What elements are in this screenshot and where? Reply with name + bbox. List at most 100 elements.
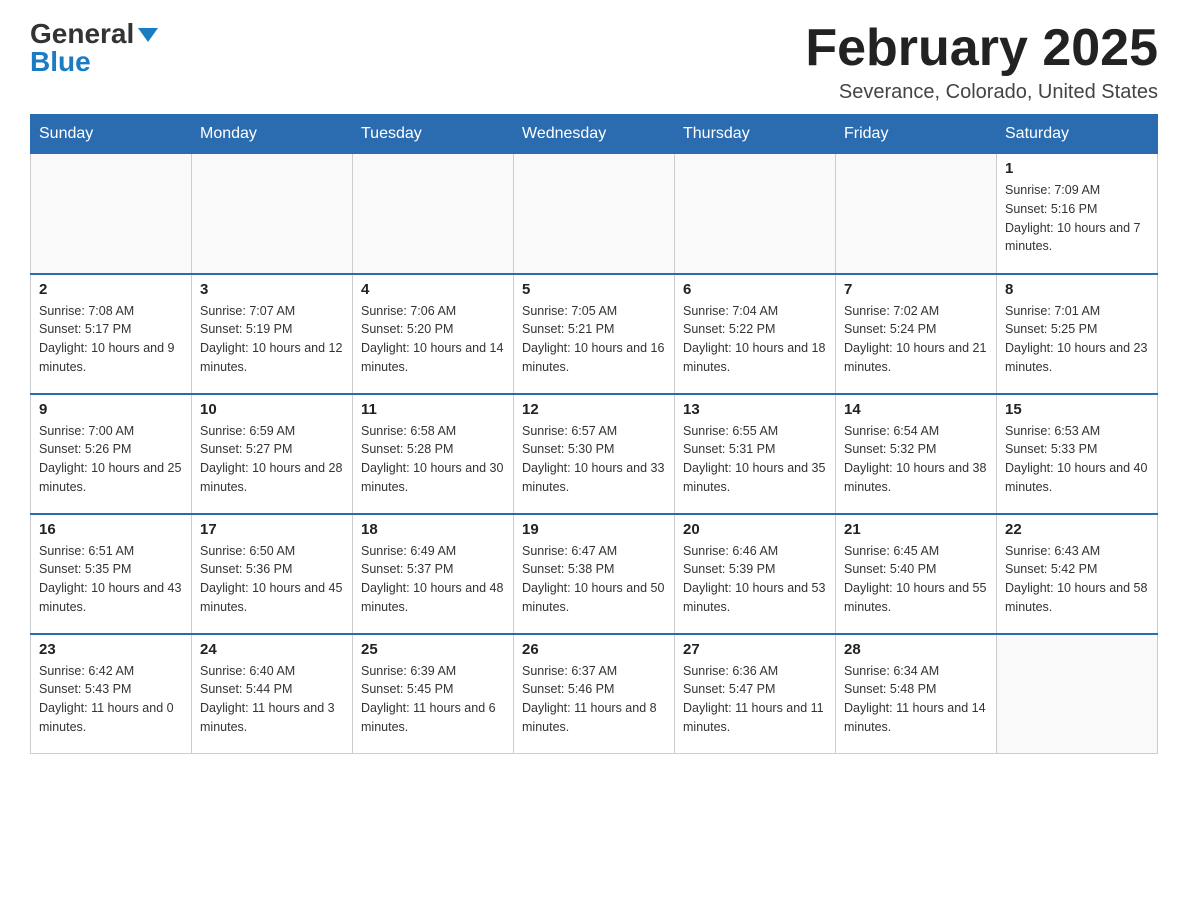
day-info: Sunrise: 7:01 AMSunset: 5:25 PMDaylight:… — [1005, 302, 1149, 377]
table-row — [353, 154, 514, 274]
day-number: 5 — [522, 281, 666, 298]
table-row: 23 Sunrise: 6:42 AMSunset: 5:43 PMDayligh… — [31, 634, 192, 754]
day-info: Sunrise: 6:43 AMSunset: 5:42 PMDaylight:… — [1005, 542, 1149, 617]
table-row: 20 Sunrise: 6:46 AMSunset: 5:39 PMDayligh… — [675, 514, 836, 634]
page-header: General Blue February 2025 Severance, Co… — [30, 20, 1158, 104]
day-number: 26 — [522, 641, 666, 658]
day-info: Sunrise: 7:04 AMSunset: 5:22 PMDaylight:… — [683, 302, 827, 377]
col-saturday: Saturday — [997, 115, 1158, 154]
table-row: 5 Sunrise: 7:05 AMSunset: 5:21 PMDaylight… — [514, 274, 675, 394]
day-info: Sunrise: 6:55 AMSunset: 5:31 PMDaylight:… — [683, 422, 827, 497]
day-number: 27 — [683, 641, 827, 658]
day-info: Sunrise: 6:45 AMSunset: 5:40 PMDaylight:… — [844, 542, 988, 617]
logo-general-text: General — [30, 18, 134, 49]
table-row: 25 Sunrise: 6:39 AMSunset: 5:45 PMDayligh… — [353, 634, 514, 754]
day-info: Sunrise: 6:37 AMSunset: 5:46 PMDaylight:… — [522, 662, 666, 737]
table-row: 6 Sunrise: 7:04 AMSunset: 5:22 PMDaylight… — [675, 274, 836, 394]
day-number: 10 — [200, 401, 344, 418]
table-row — [31, 154, 192, 274]
table-row: 11Sunrise: 6:58 AMSunset: 5:28 PMDayligh… — [353, 394, 514, 514]
day-info: Sunrise: 6:40 AMSunset: 5:44 PMDaylight:… — [200, 662, 344, 737]
table-row: 1 Sunrise: 7:09 AMSunset: 5:16 PMDaylight… — [997, 154, 1158, 274]
day-number: 11 — [361, 401, 505, 418]
day-number: 15 — [1005, 401, 1149, 418]
table-row: 17Sunrise: 6:50 AMSunset: 5:36 PMDayligh… — [192, 514, 353, 634]
table-row: 16 Sunrise: 6:51 AMSunset: 5:35 PMDayligh… — [31, 514, 192, 634]
day-number: 25 — [361, 641, 505, 658]
col-friday: Friday — [836, 115, 997, 154]
day-info: Sunrise: 6:42 AMSunset: 5:43 PMDaylight:… — [39, 662, 183, 737]
table-row: 3 Sunrise: 7:07 AMSunset: 5:19 PMDaylight… — [192, 274, 353, 394]
day-number: 1 — [1005, 160, 1149, 177]
table-row: 15 Sunrise: 6:53 AMSunset: 5:33 PMDayligh… — [997, 394, 1158, 514]
table-row: 12Sunrise: 6:57 AMSunset: 5:30 PMDayligh… — [514, 394, 675, 514]
day-number: 18 — [361, 521, 505, 538]
calendar-row: 2 Sunrise: 7:08 AMSunset: 5:17 PMDaylight… — [31, 274, 1158, 394]
calendar-row: 1 Sunrise: 7:09 AMSunset: 5:16 PMDaylight… — [31, 154, 1158, 274]
day-number: 9 — [39, 401, 183, 418]
table-row: 28 Sunrise: 6:34 AMSunset: 5:48 PMDayligh… — [836, 634, 997, 754]
day-number: 21 — [844, 521, 988, 538]
day-number: 17 — [200, 521, 344, 538]
table-row: 21 Sunrise: 6:45 AMSunset: 5:40 PMDayligh… — [836, 514, 997, 634]
calendar-row: 16 Sunrise: 6:51 AMSunset: 5:35 PMDayligh… — [31, 514, 1158, 634]
day-number: 23 — [39, 641, 183, 658]
day-info: Sunrise: 6:34 AMSunset: 5:48 PMDaylight:… — [844, 662, 988, 737]
col-wednesday: Wednesday — [514, 115, 675, 154]
day-info: Sunrise: 6:46 AMSunset: 5:39 PMDaylight:… — [683, 542, 827, 617]
day-number: 3 — [200, 281, 344, 298]
table-row: 26 Sunrise: 6:37 AMSunset: 5:46 PMDayligh… — [514, 634, 675, 754]
day-info: Sunrise: 7:08 AMSunset: 5:17 PMDaylight:… — [39, 302, 183, 377]
table-row: 4 Sunrise: 7:06 AMSunset: 5:20 PMDaylight… — [353, 274, 514, 394]
day-info: Sunrise: 6:51 AMSunset: 5:35 PMDaylight:… — [39, 542, 183, 617]
day-info: Sunrise: 7:00 AMSunset: 5:26 PMDaylight:… — [39, 422, 183, 497]
table-row: 10 Sunrise: 6:59 AMSunset: 5:27 PMDayligh… — [192, 394, 353, 514]
title-section: February 2025 Severance, Colorado, Unite… — [805, 20, 1158, 104]
table-row: 22 Sunrise: 6:43 AMSunset: 5:42 PMDayligh… — [997, 514, 1158, 634]
day-info: Sunrise: 7:07 AMSunset: 5:19 PMDaylight:… — [200, 302, 344, 377]
col-tuesday: Tuesday — [353, 115, 514, 154]
day-number: 19 — [522, 521, 666, 538]
table-row: 14 Sunrise: 6:54 AMSunset: 5:32 PMDayligh… — [836, 394, 997, 514]
logo: General Blue — [30, 20, 158, 76]
day-info: Sunrise: 7:05 AMSunset: 5:21 PMDaylight:… — [522, 302, 666, 377]
day-number: 24 — [200, 641, 344, 658]
day-info: Sunrise: 6:59 AMSunset: 5:27 PMDaylight:… — [200, 422, 344, 497]
day-number: 22 — [1005, 521, 1149, 538]
day-number: 20 — [683, 521, 827, 538]
table-row: 19 Sunrise: 6:47 AMSunset: 5:38 PMDayligh… — [514, 514, 675, 634]
day-info: Sunrise: 6:49 AMSunset: 5:37 PMDaylight:… — [361, 542, 505, 617]
logo-blue-text: Blue — [30, 46, 91, 77]
day-info: Sunrise: 6:39 AMSunset: 5:45 PMDaylight:… — [361, 662, 505, 737]
day-number: 4 — [361, 281, 505, 298]
calendar-row: 23 Sunrise: 6:42 AMSunset: 5:43 PMDayligh… — [31, 634, 1158, 754]
table-row — [836, 154, 997, 274]
calendar-header-row: Sunday Monday Tuesday Wednesday Thursday… — [31, 115, 1158, 154]
day-number: 28 — [844, 641, 988, 658]
day-info: Sunrise: 6:36 AMSunset: 5:47 PMDaylight:… — [683, 662, 827, 737]
col-thursday: Thursday — [675, 115, 836, 154]
day-number: 14 — [844, 401, 988, 418]
table-row — [192, 154, 353, 274]
day-info: Sunrise: 7:06 AMSunset: 5:20 PMDaylight:… — [361, 302, 505, 377]
day-info: Sunrise: 6:57 AMSunset: 5:30 PMDaylight:… — [522, 422, 666, 497]
day-info: Sunrise: 6:54 AMSunset: 5:32 PMDaylight:… — [844, 422, 988, 497]
day-number: 7 — [844, 281, 988, 298]
day-info: Sunrise: 7:09 AMSunset: 5:16 PMDaylight:… — [1005, 181, 1149, 256]
day-number: 8 — [1005, 281, 1149, 298]
table-row: 24 Sunrise: 6:40 AMSunset: 5:44 PMDayligh… — [192, 634, 353, 754]
day-number: 2 — [39, 281, 183, 298]
day-number: 16 — [39, 521, 183, 538]
month-title: February 2025 — [805, 20, 1158, 77]
day-number: 6 — [683, 281, 827, 298]
day-info: Sunrise: 6:53 AMSunset: 5:33 PMDaylight:… — [1005, 422, 1149, 497]
col-sunday: Sunday — [31, 115, 192, 154]
day-info: Sunrise: 6:47 AMSunset: 5:38 PMDaylight:… — [522, 542, 666, 617]
table-row: 13 Sunrise: 6:55 AMSunset: 5:31 PMDayligh… — [675, 394, 836, 514]
table-row: 8 Sunrise: 7:01 AMSunset: 5:25 PMDaylight… — [997, 274, 1158, 394]
day-number: 13 — [683, 401, 827, 418]
calendar-row: 9 Sunrise: 7:00 AMSunset: 5:26 PMDaylight… — [31, 394, 1158, 514]
table-row — [514, 154, 675, 274]
logo-triangle-icon — [138, 28, 158, 42]
table-row: 27 Sunrise: 6:36 AMSunset: 5:47 PMDayligh… — [675, 634, 836, 754]
